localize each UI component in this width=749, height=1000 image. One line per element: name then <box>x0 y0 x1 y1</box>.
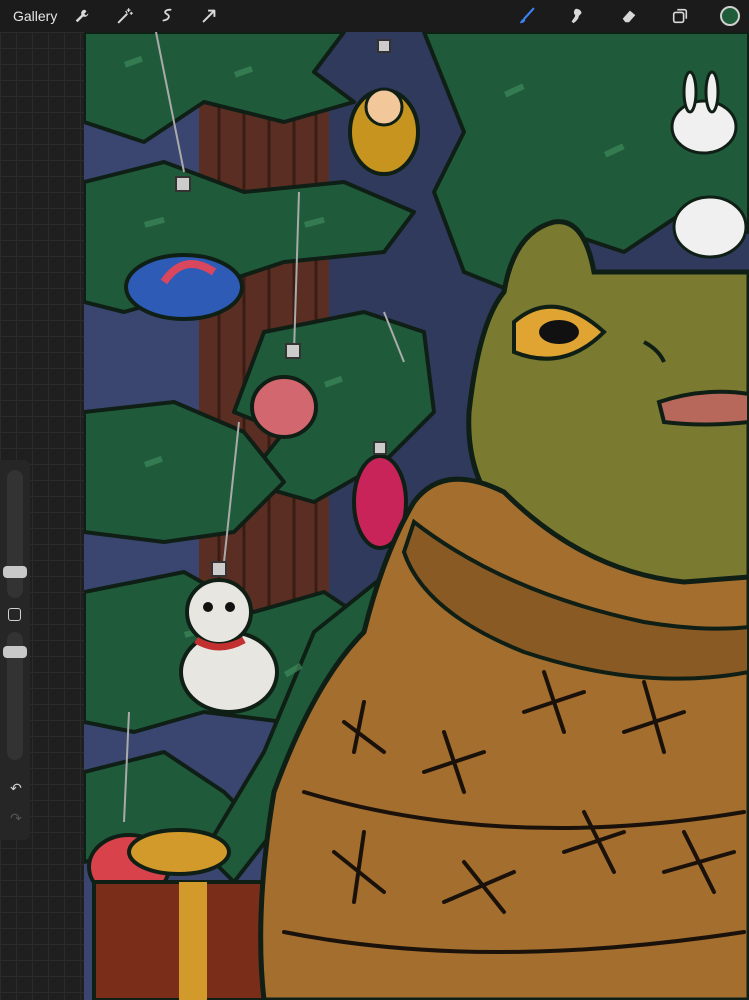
top-toolbar: Gallery <box>0 0 749 32</box>
magic-wand-icon[interactable] <box>114 5 136 27</box>
modify-button[interactable] <box>8 608 21 621</box>
wrench-icon[interactable] <box>71 5 93 27</box>
drawing-canvas[interactable] <box>84 32 749 1000</box>
side-toolbar: ↶ ↷ <box>0 460 30 840</box>
layers-icon[interactable] <box>669 5 691 27</box>
brush-icon[interactable] <box>516 5 538 27</box>
redo-icon[interactable]: ↷ <box>8 810 24 826</box>
gallery-button[interactable]: Gallery <box>13 8 57 24</box>
selection-icon[interactable] <box>156 5 178 27</box>
smudge-icon[interactable] <box>566 5 588 27</box>
artwork <box>84 32 749 1000</box>
opacity-handle[interactable] <box>3 646 27 658</box>
color-picker-swatch[interactable] <box>720 6 740 26</box>
brush-size-handle[interactable] <box>3 566 27 578</box>
undo-icon[interactable]: ↶ <box>8 780 24 796</box>
transform-icon[interactable] <box>198 5 220 27</box>
brush-size-slider[interactable] <box>7 470 23 598</box>
eraser-icon[interactable] <box>618 5 640 27</box>
